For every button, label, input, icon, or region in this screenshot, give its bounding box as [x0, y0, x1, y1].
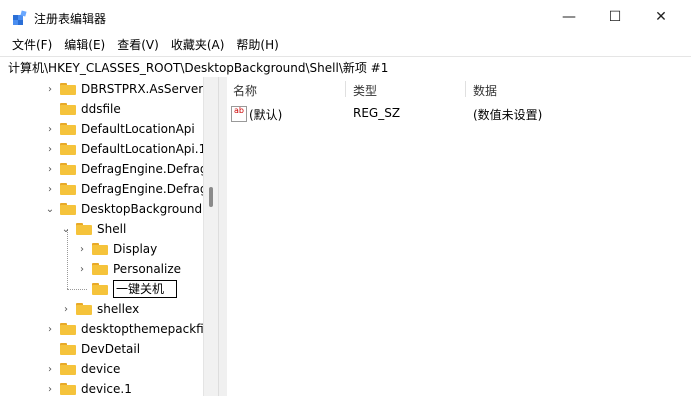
tree-node-label: DBRSTPRX.AsServer.1 [81, 82, 214, 96]
column-divider[interactable] [465, 81, 466, 97]
close-button[interactable]: ✕ [638, 0, 684, 34]
tree-node-devdetail[interactable]: DevDetail [44, 339, 140, 359]
expand-chevron-icon[interactable]: › [44, 124, 56, 135]
tree-node-display[interactable]: › Display [76, 239, 157, 259]
folder-icon [60, 383, 76, 395]
expand-chevron-icon[interactable]: › [76, 244, 88, 255]
expand-chevron-icon[interactable]: › [60, 304, 72, 315]
menu-file[interactable]: 文件(F) [6, 34, 58, 56]
tree-node-label: DefragEngine.Defrag [81, 162, 208, 176]
regedit-window: 注册表编辑器 — ☐ ✕ 文件(F) 编辑(E) 查看(V) 收藏夹(A) 帮助… [0, 0, 691, 396]
tree-node-personalize[interactable]: › Personalize [76, 259, 181, 279]
value-row[interactable]: ab (默认) REG_SZ (数值未设置) [227, 105, 691, 123]
window-title: 注册表编辑器 [34, 12, 107, 26]
folder-icon [60, 363, 76, 375]
menu-favorites[interactable]: 收藏夹(A) [165, 34, 231, 56]
expand-chevron-icon[interactable]: › [76, 264, 88, 275]
value-name: (默认) [249, 108, 283, 122]
collapse-chevron-icon[interactable]: ⌄ [60, 224, 72, 235]
folder-icon [60, 323, 76, 335]
tree-node-label: desktopthemepackfil [81, 322, 208, 336]
menu-help[interactable]: 帮助(H) [230, 34, 284, 56]
title-bar[interactable]: 注册表编辑器 — ☐ ✕ [0, 0, 691, 34]
folder-icon [60, 183, 76, 195]
key-tree: › DBRSTPRX.AsServer.1 ddsfile › DefaultL… [0, 77, 218, 396]
string-value-icon: ab [231, 106, 247, 122]
tree-node-label: DevDetail [81, 342, 141, 356]
column-header-name[interactable]: 名称 [233, 82, 257, 99]
values-list: 名称 类型 数据 ab (默认) REG_SZ (数值未设置) [227, 77, 691, 396]
tree-node-label: DefragEngine.Defrag [81, 182, 208, 196]
tree-node-label: DesktopBackground [81, 202, 203, 216]
tree-node-label: Display [113, 242, 158, 256]
folder-icon [60, 123, 76, 135]
tree-node-desktopbackground[interactable]: ⌄ DesktopBackground [44, 199, 202, 219]
address-path: 计算机\HKEY_CLASSES_ROOT\DesktopBackground\… [8, 61, 389, 75]
expand-chevron-icon[interactable]: › [44, 184, 56, 195]
menu-view[interactable]: 查看(V) [111, 34, 165, 56]
column-header-data[interactable]: 数据 [473, 82, 497, 99]
tree-node-label: device [81, 362, 121, 376]
regedit-app-icon [13, 10, 27, 25]
maximize-button[interactable]: ☐ [592, 0, 638, 34]
tree-node-device-1[interactable]: › device.1 [44, 379, 132, 396]
tree-node-defragengine-b[interactable]: › DefragEngine.Defrag [44, 179, 207, 199]
column-header-type[interactable]: 类型 [353, 82, 377, 99]
folder-icon [60, 163, 76, 175]
expand-chevron-icon[interactable]: › [44, 324, 56, 335]
column-divider[interactable] [345, 81, 346, 97]
tree-node-defragengine-a[interactable]: › DefragEngine.Defrag [44, 159, 207, 179]
folder-icon [60, 203, 76, 215]
tree-node-label: shellex [97, 302, 140, 316]
folder-icon [92, 283, 108, 295]
folder-icon [92, 263, 108, 275]
folder-icon [92, 243, 108, 255]
scrollbar-thumb[interactable] [209, 187, 213, 207]
expand-chevron-icon[interactable]: › [44, 84, 56, 95]
value-data: (数值未设置) [473, 108, 543, 122]
expand-chevron-icon[interactable]: › [44, 144, 56, 155]
tree-node-shellex[interactable]: › shellex [60, 299, 139, 319]
folder-icon [76, 303, 92, 315]
address-bar[interactable]: 计算机\HKEY_CLASSES_ROOT\DesktopBackground\… [0, 56, 691, 78]
tree-node-shell[interactable]: ⌄ Shell [60, 219, 126, 239]
tree-scrollbar[interactable] [203, 77, 219, 396]
tree-node-label: Shell [97, 222, 127, 236]
collapse-chevron-icon[interactable]: ⌄ [44, 204, 56, 215]
tree-node-ddsfile[interactable]: ddsfile [44, 99, 121, 119]
tree-node-desktopthemepackfile[interactable]: › desktopthemepackfil [44, 319, 207, 339]
menu-edit[interactable]: 编辑(E) [58, 34, 111, 56]
folder-icon [60, 103, 76, 115]
tree-node-defaultlocationapi[interactable]: › DefaultLocationApi [44, 119, 195, 139]
folder-icon [60, 343, 76, 355]
tree-node-dbrstprx[interactable]: › DBRSTPRX.AsServer.1 [44, 79, 214, 99]
tree-node-new-key-renaming[interactable]: 一键关机 [76, 279, 177, 299]
tree-node-label: DefaultLocationApi [81, 122, 195, 136]
tree-node-label: DefaultLocationApi.1 [81, 142, 207, 156]
expand-chevron-icon[interactable]: › [44, 384, 56, 395]
rename-input[interactable]: 一键关机 [113, 280, 177, 298]
folder-icon [60, 143, 76, 155]
folder-icon [60, 83, 76, 95]
expand-chevron-icon[interactable]: › [44, 364, 56, 375]
expand-chevron-icon[interactable]: › [44, 164, 56, 175]
tree-node-label: device.1 [81, 382, 132, 396]
folder-icon [76, 223, 92, 235]
tree-node-defaultlocationapi-1[interactable]: › DefaultLocationApi.1 [44, 139, 206, 159]
minimize-button[interactable]: — [546, 0, 592, 34]
tree-node-label: ddsfile [81, 102, 121, 116]
menu-bar: 文件(F) 编辑(E) 查看(V) 收藏夹(A) 帮助(H) [0, 34, 285, 56]
tree-node-label: Personalize [113, 262, 182, 276]
tree-node-device[interactable]: › device [44, 359, 120, 379]
value-type: REG_SZ [353, 106, 401, 120]
